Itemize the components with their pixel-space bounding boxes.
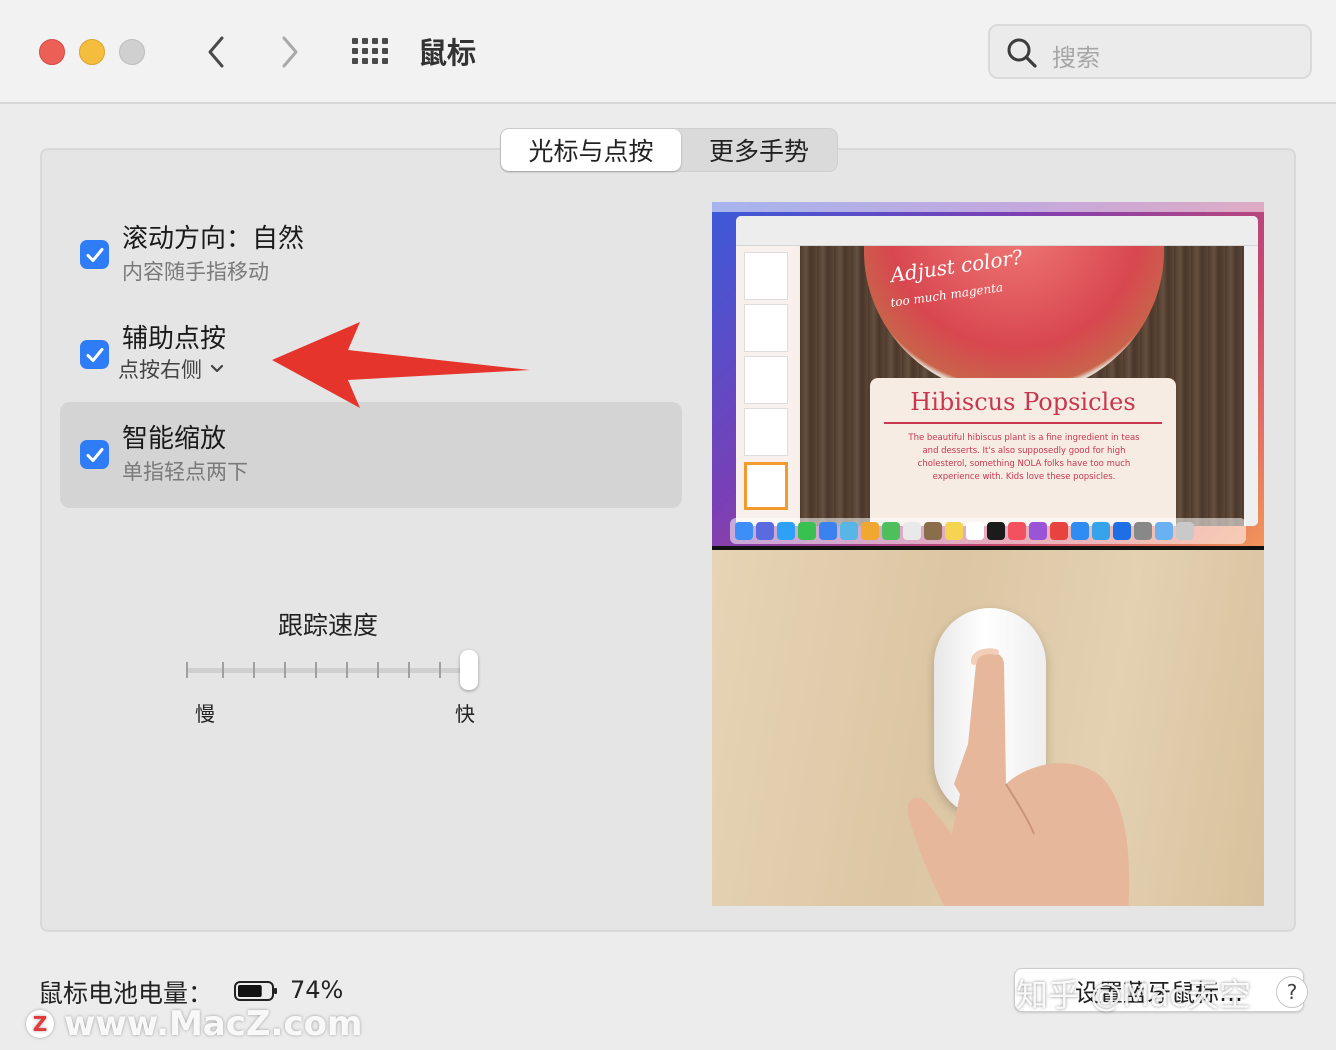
chevron-down-icon — [210, 364, 224, 373]
window-title: 鼠标 — [418, 36, 477, 70]
preview-doc-title: Hibiscus Popsicles — [910, 388, 1136, 416]
slider-max-label: 快 — [455, 702, 475, 726]
battery-percent: 74% — [290, 976, 344, 1004]
macz-logo-icon: Z — [26, 1010, 54, 1038]
slider-knob[interactable] — [460, 650, 478, 690]
slider-track — [186, 668, 470, 673]
slider-tick — [253, 662, 255, 678]
slider-tick — [222, 662, 224, 678]
minimize-button[interactable] — [79, 39, 105, 65]
slider-tick — [284, 662, 286, 678]
preview-thumbnails — [736, 246, 798, 526]
preview-pages-window: Adjust color? too much magenta Hibiscus … — [736, 216, 1258, 526]
chevron-right-icon — [282, 36, 298, 68]
scroll-direction-checkbox[interactable] — [80, 240, 109, 269]
slider-tick — [377, 662, 379, 678]
back-button[interactable] — [196, 30, 236, 74]
preview-document: Adjust color? too much magenta Hibiscus … — [800, 246, 1244, 526]
preview-desk — [712, 550, 1264, 906]
forward-button[interactable] — [270, 30, 310, 74]
tracking-speed-slider[interactable] — [184, 648, 480, 692]
option-subtitle: 单指轻点两下 — [122, 460, 248, 484]
preview-screen: Adjust color? too much magenta Hibiscus … — [712, 202, 1264, 548]
slider-tick — [186, 662, 188, 678]
battery-icon — [234, 981, 277, 1001]
preview-menubar — [712, 202, 1264, 212]
preview-thumbnail — [744, 356, 788, 404]
slider-min-label: 慢 — [195, 702, 215, 726]
slider-tick — [408, 662, 410, 678]
checkmark-icon — [86, 247, 103, 262]
hand-icon — [908, 648, 1130, 906]
option-title: 智能缩放 — [122, 424, 227, 454]
segmented-tabs: 光标与点按 更多手势 — [500, 128, 838, 172]
title-bar: 鼠标 搜索 — [0, 0, 1336, 104]
slider-tick — [346, 662, 348, 678]
slider-tick — [315, 662, 317, 678]
option-subtitle: 内容随手指移动 — [122, 260, 269, 284]
option-smart-zoom[interactable]: 智能缩放 单指轻点两下 — [60, 402, 682, 508]
search-field[interactable]: 搜索 — [988, 24, 1312, 79]
show-all-grid-icon[interactable] — [352, 38, 390, 66]
tab-point-and-click[interactable]: 光标与点按 — [501, 129, 681, 171]
preview-thumbnail-active — [744, 462, 788, 510]
help-button[interactable]: ? — [1276, 976, 1308, 1008]
dropdown-value: 点按右侧 — [118, 358, 202, 382]
secondary-click-dropdown[interactable]: 点按右侧 — [118, 354, 224, 384]
search-placeholder: 搜索 — [1052, 44, 1100, 72]
preview-dock — [730, 518, 1246, 544]
zhihu-watermark: 知乎 @Mac天空 — [1016, 976, 1251, 1014]
preview-thumbnail — [744, 408, 788, 456]
slider-tick — [439, 662, 441, 678]
macz-watermark: Z www.MacZ.com — [26, 1004, 362, 1044]
preview-thumbnail — [744, 252, 788, 300]
macz-watermark-text: www.MacZ.com — [64, 1004, 363, 1044]
checkmark-icon — [86, 347, 103, 362]
option-scroll-direction[interactable]: 滚动方向：自然 内容随手指移动 — [60, 208, 682, 308]
preview-rule — [884, 422, 1162, 424]
preview-toolbar — [736, 216, 1258, 246]
preview-card: Hibiscus Popsicles The beautiful hibiscu… — [870, 378, 1176, 526]
chevron-left-icon — [208, 36, 224, 68]
preview-sidebar — [1244, 246, 1258, 526]
zoom-button[interactable] — [119, 39, 145, 65]
checkmark-icon — [86, 447, 103, 462]
gesture-preview: Adjust color? too much magenta Hibiscus … — [712, 202, 1264, 906]
tracking-speed-label: 跟踪速度 — [278, 611, 379, 640]
smart-zoom-checkbox[interactable] — [80, 440, 109, 469]
search-icon — [1007, 38, 1037, 68]
option-title: 滚动方向：自然 — [122, 224, 305, 254]
secondary-click-checkbox[interactable] — [80, 340, 109, 369]
option-title: 辅助点按 — [122, 324, 227, 354]
preview-thumbnail — [744, 304, 788, 352]
tab-more-gestures[interactable]: 更多手势 — [681, 129, 837, 171]
close-button[interactable] — [39, 39, 65, 65]
preview-doc-text: The beautiful hibiscus plant is a fine i… — [908, 433, 1140, 482]
annotation-arrow-icon — [272, 322, 530, 408]
